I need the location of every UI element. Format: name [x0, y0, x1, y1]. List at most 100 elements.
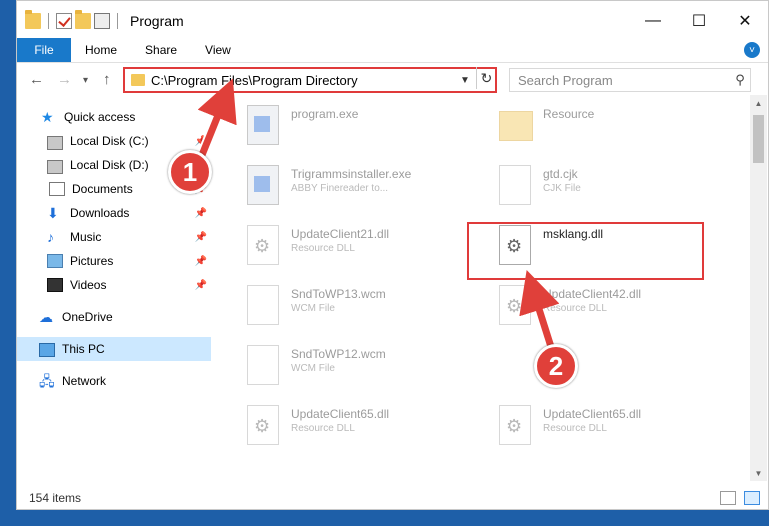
file-type: ABBY Finereader to...	[291, 183, 389, 194]
file-type: WCM File	[291, 363, 335, 374]
file-type: Resource DLL	[543, 303, 607, 314]
properties-check-icon[interactable]	[56, 13, 72, 29]
downloads-icon: ⬇	[47, 205, 59, 221]
search-box[interactable]: Search Program ⚲	[509, 68, 751, 92]
sidebar-item-label: Pictures	[70, 254, 114, 268]
scroll-up-icon[interactable]: ▲	[750, 95, 767, 111]
refresh-button[interactable]: ↻	[476, 67, 496, 89]
videos-icon	[47, 278, 63, 292]
sidebar-item-label: Local Disk (D:)	[70, 158, 149, 172]
sidebar-item-videos[interactable]: Videos 📌	[17, 273, 211, 297]
file-item[interactable]: gtd.cjk CJK File	[487, 157, 727, 209]
file-item[interactable]: program.exe	[235, 97, 475, 149]
window-controls: — ☐ ✕	[630, 1, 768, 41]
file-list: program.exe Resource Trigrammsinstaller.…	[225, 95, 747, 477]
file-type: Resource DLL	[543, 423, 607, 434]
exe-file-icon	[247, 105, 279, 145]
file-item[interactable]: SndToWP12.wcm WCM File	[235, 337, 475, 389]
pin-icon[interactable]: 📌	[195, 256, 207, 267]
file-type: WCM File	[291, 303, 335, 314]
file-icon	[247, 285, 279, 325]
close-button[interactable]: ✕	[722, 1, 768, 41]
documents-icon	[49, 182, 65, 196]
file-name: Trigrammsinstaller.exe	[291, 167, 412, 181]
toolbar-separator	[117, 13, 118, 29]
dll-file-icon	[247, 405, 279, 445]
vertical-scrollbar[interactable]: ▲ ▼	[750, 95, 767, 481]
navigation-bar: ← → ▾ ↑ C:\Program Files\Program Directo…	[17, 65, 768, 95]
step-1-badge: 1	[168, 150, 212, 194]
folder-icon	[499, 111, 533, 141]
file-name: Resource	[543, 107, 595, 121]
address-path: C:\Program Files\Program Directory	[151, 72, 358, 88]
minimize-button[interactable]: —	[630, 1, 676, 41]
pin-icon[interactable]: 📌	[195, 280, 207, 291]
toolbar-separator	[48, 13, 49, 29]
file-name: UpdateClient65.dll	[291, 407, 390, 421]
sidebar-item-quick-access[interactable]: ★ Quick access	[17, 105, 211, 129]
highlight-box-msklang	[467, 222, 704, 280]
up-button[interactable]: ↑	[103, 71, 111, 88]
tab-view[interactable]: View	[191, 38, 245, 62]
forward-button[interactable]: →	[57, 71, 72, 88]
search-icon[interactable]: ⚲	[730, 72, 750, 88]
sidebar-item-label: This PC	[62, 342, 105, 356]
step-2-badge: 2	[534, 344, 578, 388]
recent-locations-button[interactable]: ▾	[83, 75, 88, 86]
large-icons-view-icon[interactable]	[744, 491, 760, 505]
network-icon: 🖧	[39, 373, 55, 389]
chevron-down-icon[interactable]: ▼	[457, 75, 473, 86]
file-item[interactable]: UpdateClient65.dll Resource DLL	[235, 397, 475, 449]
sidebar-item-this-pc[interactable]: This PC	[17, 337, 211, 361]
pin-icon[interactable]: 📌	[195, 136, 207, 147]
pin-icon[interactable]: 📌	[195, 232, 207, 243]
file-item[interactable]: UpdateClient65.dll Resource DLL	[487, 397, 727, 449]
file-item[interactable]: SndToWP13.wcm WCM File	[235, 277, 475, 329]
ribbon-expand-icon[interactable]: ˅	[744, 42, 760, 58]
folder-item[interactable]: Resource	[487, 97, 727, 149]
sidebar-item-label: Documents	[72, 182, 133, 196]
quick-access-toolbar	[25, 10, 122, 29]
sidebar-item-local-disk-c[interactable]: Local Disk (C:) 📌	[17, 129, 211, 153]
sidebar-item-music[interactable]: ♪ Music 📌	[17, 225, 211, 249]
disk-icon	[47, 159, 63, 174]
exe-file-icon	[247, 165, 279, 205]
customize-toolbar-icon[interactable]	[94, 13, 110, 29]
back-button[interactable]: ←	[29, 71, 44, 88]
sidebar-item-network[interactable]: 🖧 Network	[17, 369, 211, 393]
folder-icon	[131, 74, 145, 86]
file-name: UpdateClient42.dll	[543, 287, 642, 301]
sidebar-item-downloads[interactable]: ⬇ Downloads 📌	[17, 201, 211, 225]
sidebar-item-onedrive[interactable]: ☁ OneDrive	[17, 305, 211, 329]
file-type: Resource DLL	[291, 423, 355, 434]
maximize-button[interactable]: ☐	[676, 1, 722, 41]
tab-file[interactable]: File	[17, 38, 71, 62]
file-name: gtd.cjk	[543, 167, 578, 181]
folder-icon[interactable]	[25, 10, 41, 29]
disk-icon	[47, 135, 63, 150]
scrollbar-thumb[interactable]	[753, 115, 764, 163]
scroll-down-icon[interactable]: ▼	[750, 465, 767, 481]
file-item[interactable]: Trigrammsinstaller.exe ABBY Finereader t…	[235, 157, 475, 209]
sidebar-item-label: Music	[70, 230, 102, 244]
sidebar-item-label: Videos	[70, 278, 107, 292]
address-bar[interactable]: C:\Program Files\Program Directory ▼	[123, 67, 497, 93]
search-input[interactable]: Search Program	[518, 73, 730, 88]
details-view-icon[interactable]	[720, 491, 736, 505]
tab-home[interactable]: Home	[71, 38, 131, 62]
pin-icon[interactable]: 📌	[195, 208, 207, 219]
sidebar-item-pictures[interactable]: Pictures 📌	[17, 249, 211, 273]
sidebar-item-label: Local Disk (C:)	[70, 134, 149, 148]
dll-file-icon	[499, 405, 531, 445]
dll-file-icon	[499, 285, 531, 325]
sidebar-item-label: Downloads	[70, 206, 130, 220]
status-bar: 154 items	[17, 487, 768, 509]
sidebar-item-label: Quick access	[64, 110, 136, 124]
sidebar-item-label: OneDrive	[62, 310, 113, 324]
tab-share[interactable]: Share	[131, 38, 191, 62]
file-item[interactable]: UpdateClient42.dll Resource DLL	[487, 277, 727, 329]
file-name: SndToWP13.wcm	[291, 287, 386, 301]
new-folder-icon[interactable]	[75, 10, 91, 29]
file-item[interactable]: UpdateClient21.dll Resource DLL	[235, 217, 475, 269]
file-name: program.exe	[291, 107, 359, 121]
